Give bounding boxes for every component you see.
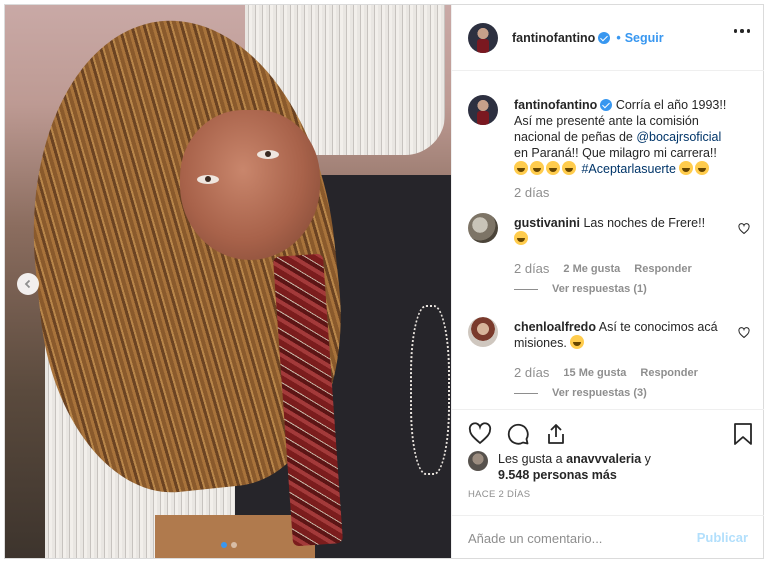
- heart-icon[interactable]: [468, 422, 492, 446]
- comment-icon[interactable]: [506, 422, 530, 446]
- add-comment-bar: Publicar: [452, 515, 764, 558]
- comment-text: Las noches de Frere!!: [583, 216, 706, 230]
- like-comment-icon[interactable]: [738, 223, 750, 235]
- comment-meta: 2 días 15 Me gusta Responder: [514, 365, 698, 380]
- reply-button[interactable]: Responder: [634, 263, 691, 275]
- caption-text-2: en Paraná!! Que milagro mi carrera!!: [514, 146, 717, 160]
- carousel-indicator: [221, 542, 237, 548]
- likes-prefix: Les gusta a: [498, 452, 563, 466]
- mention-link[interactable]: @bocajrsoficial: [636, 130, 721, 144]
- comment-username[interactable]: gustivanini: [514, 216, 580, 230]
- avatar[interactable]: [468, 213, 498, 243]
- photo-eye-right: [257, 150, 279, 159]
- view-replies-button[interactable]: Ver respuestas (3): [514, 387, 647, 399]
- post-timestamp[interactable]: HACE 2 DÍAS: [468, 489, 530, 500]
- post-side-panel: fantinofantino • Seguir fantinofantino C…: [451, 5, 764, 558]
- grinning-sweat-emoji-icon: [695, 161, 710, 175]
- carousel-dot-active: [221, 542, 227, 548]
- verified-badge-icon: [600, 99, 613, 111]
- publish-button[interactable]: Publicar: [697, 530, 748, 545]
- comment-likes[interactable]: 2 Me gusta: [563, 263, 620, 275]
- caption-username[interactable]: fantinofantino: [514, 98, 597, 112]
- bookmark-icon[interactable]: [732, 422, 754, 446]
- comment-time[interactable]: 2 días: [514, 261, 549, 276]
- comment-body: gustivanini Las noches de Frere!!: [514, 215, 728, 247]
- caption-text: fantinofantino Corría el año 1993!! Así …: [514, 97, 728, 177]
- comment-body: chenloalfredo Así te conocimos acá misio…: [514, 319, 728, 351]
- comment-username[interactable]: chenloalfredo: [514, 320, 596, 334]
- view-replies-label: Ver respuestas (3): [552, 387, 647, 399]
- view-replies-button[interactable]: Ver respuestas (1): [514, 283, 647, 295]
- comment-input[interactable]: [468, 528, 688, 548]
- likes-user[interactable]: anavvvaleria: [566, 452, 641, 466]
- photo-lace: [410, 305, 450, 475]
- likes-text[interactable]: Les gusta a anavvvaleria y 9.548 persona…: [498, 451, 651, 483]
- caption-meta: 2 días: [514, 185, 549, 200]
- grinning-sweat-emoji-icon: [562, 161, 576, 175]
- chevron-left-icon: [24, 279, 31, 289]
- post-header: fantinofantino • Seguir: [452, 5, 764, 71]
- share-icon[interactable]: [544, 422, 568, 446]
- grinning-sweat-emoji-icon: [514, 161, 528, 175]
- grinning-sweat-emoji-icon: [546, 161, 560, 175]
- photo-eye-left: [197, 175, 219, 184]
- avatar[interactable]: [468, 451, 488, 471]
- carousel-dot: [231, 542, 237, 548]
- grinning-sweat-emoji-icon: [679, 161, 694, 175]
- avatar[interactable]: [468, 95, 498, 125]
- smile-emoji-icon: [570, 335, 585, 349]
- likes-summary: Les gusta a anavvvaleria y 9.548 persona…: [468, 451, 748, 482]
- post-dialog: fantinofantino • Seguir fantinofantino C…: [4, 4, 764, 559]
- header-separator: •: [616, 30, 621, 45]
- grinning-emoji-icon: [514, 231, 528, 245]
- comment-time[interactable]: 2 días: [514, 365, 549, 380]
- avatar[interactable]: [468, 22, 498, 53]
- carousel-prev-button[interactable]: [17, 273, 39, 295]
- like-comment-icon[interactable]: [738, 327, 750, 339]
- header-username[interactable]: fantinofantino: [512, 31, 595, 45]
- divider: [514, 392, 538, 394]
- view-replies-label: Ver respuestas (1): [552, 283, 647, 295]
- photo-face: [180, 110, 320, 260]
- divider: [514, 288, 538, 290]
- comment-meta: 2 días 2 Me gusta Responder: [514, 261, 692, 276]
- post-photo[interactable]: [5, 5, 451, 558]
- comment-likes[interactable]: 15 Me gusta: [563, 367, 626, 379]
- avatar[interactable]: [468, 317, 498, 347]
- caption-time[interactable]: 2 días: [514, 185, 549, 200]
- likes-count[interactable]: 9.548 personas más: [498, 468, 617, 482]
- comments-section: fantinofantino Corría el año 1993!! Así …: [452, 71, 764, 409]
- follow-button[interactable]: Seguir: [625, 31, 664, 45]
- hashtag-link[interactable]: #Aceptarlasuerte: [581, 162, 676, 176]
- likes-and: y: [644, 452, 651, 466]
- reply-button[interactable]: Responder: [640, 367, 697, 379]
- verified-badge-icon: [598, 31, 611, 44]
- grinning-sweat-emoji-icon: [530, 161, 544, 175]
- more-options-icon[interactable]: [733, 29, 750, 33]
